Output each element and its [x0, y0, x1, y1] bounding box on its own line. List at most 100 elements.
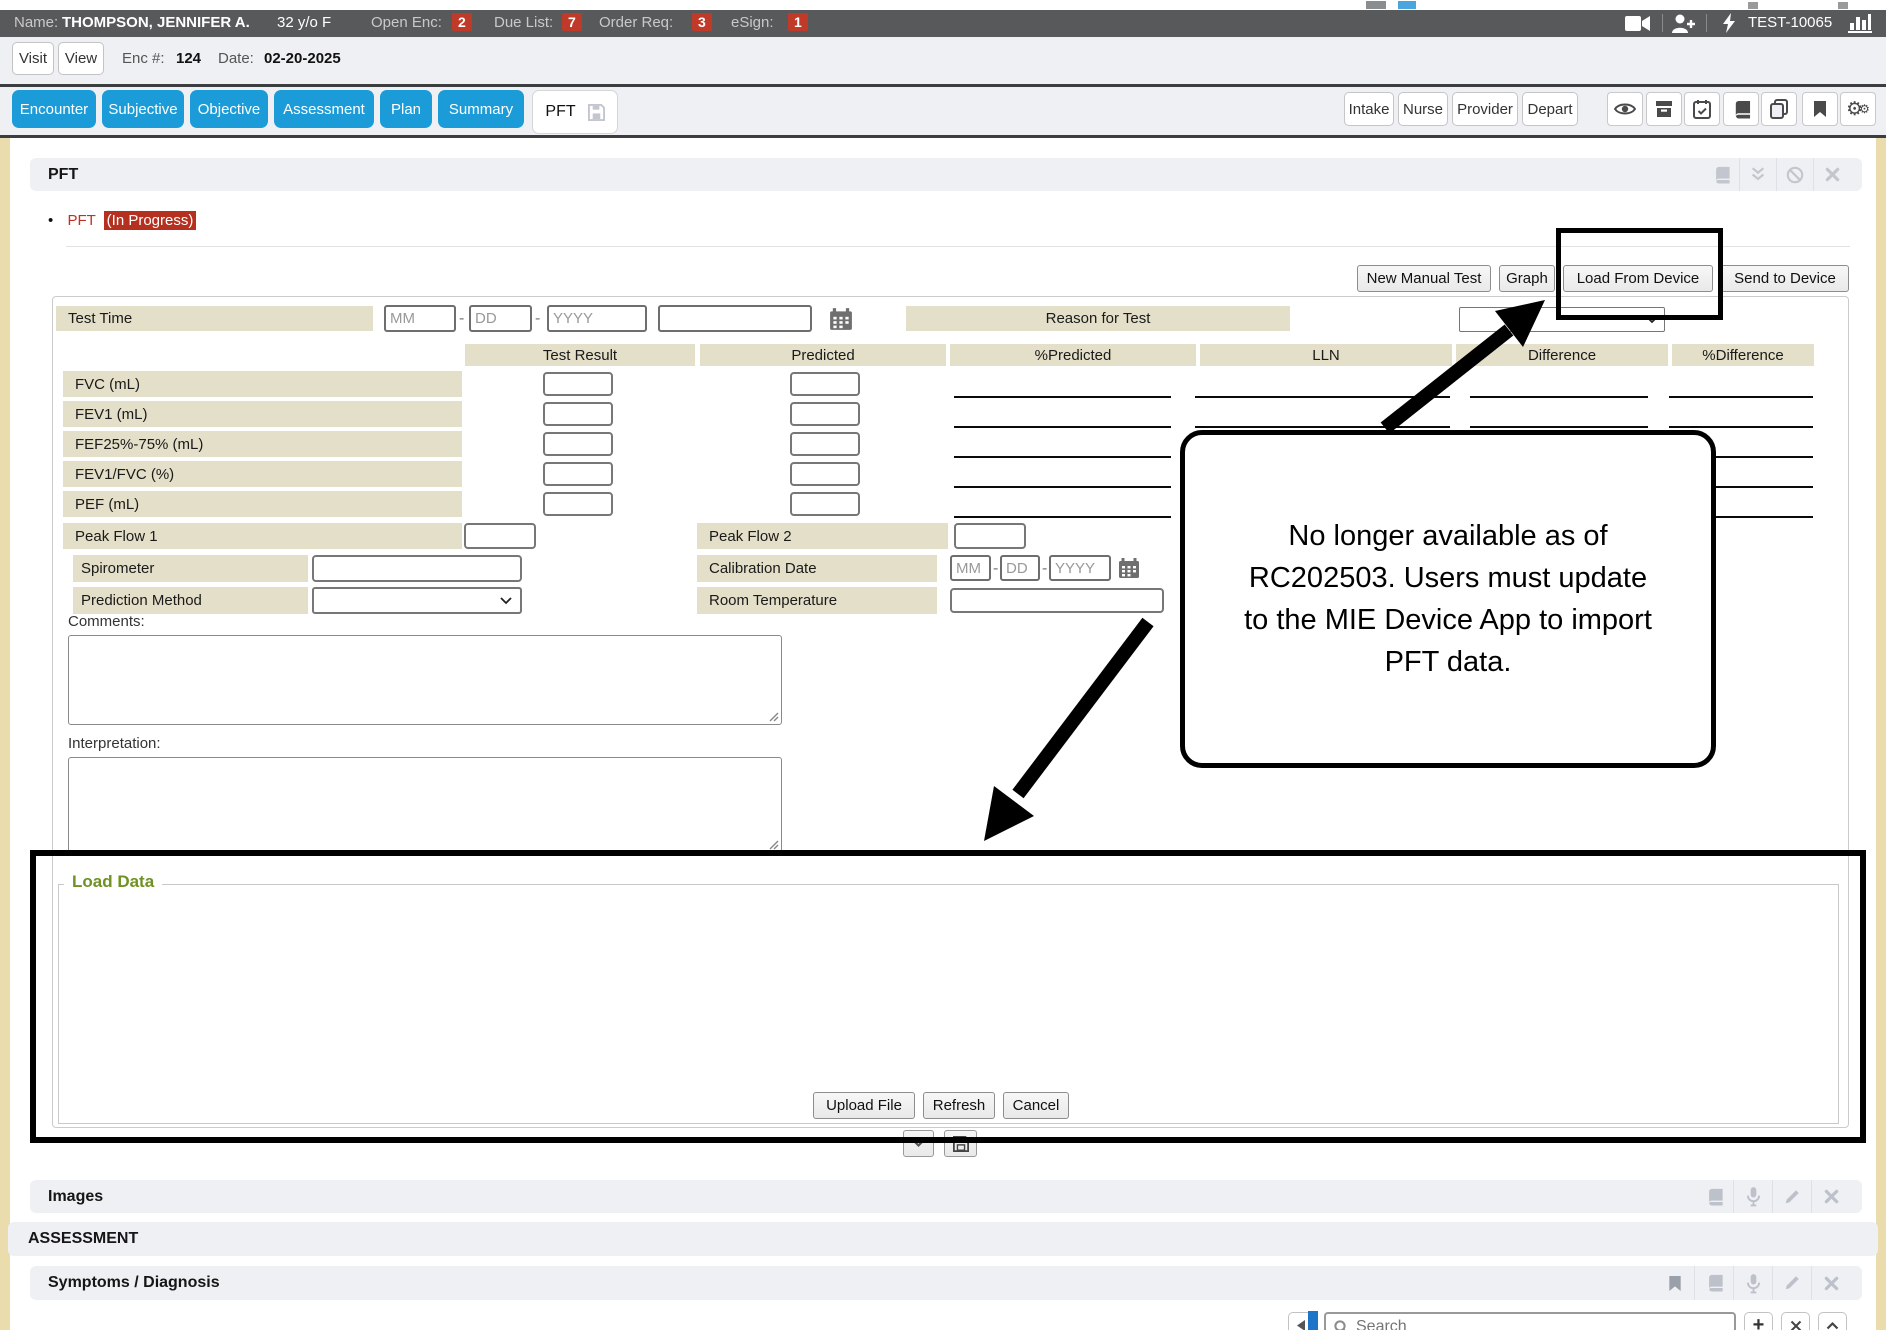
bookmark-icon[interactable] — [1656, 1266, 1694, 1300]
test-day-input[interactable] — [469, 305, 532, 332]
settings-button[interactable]: ⚙⚙ — [1840, 92, 1876, 126]
fev1-test-result-input[interactable] — [543, 402, 613, 426]
close-icon[interactable] — [1811, 1180, 1850, 1213]
provider-button[interactable]: Provider — [1452, 92, 1518, 126]
new-manual-test-button[interactable]: New Manual Test — [1357, 265, 1491, 292]
bookmark-button[interactable] — [1802, 92, 1838, 126]
calibration-day-input[interactable] — [1000, 555, 1040, 581]
open-enc-count[interactable]: 2 — [452, 13, 472, 31]
right-margin-strip — [1876, 138, 1886, 1330]
view-tab[interactable]: View — [58, 42, 104, 75]
tab-assessment[interactable]: Assessment — [274, 90, 374, 128]
print-book-icon[interactable] — [1695, 1180, 1733, 1213]
view-tab-label: View — [65, 50, 97, 67]
collapse-up-button[interactable] — [1818, 1312, 1847, 1330]
images-section-header: Images — [30, 1180, 1862, 1213]
close-icon[interactable] — [1811, 1266, 1850, 1300]
prediction-method-select[interactable] — [312, 587, 522, 614]
test-time-input[interactable] — [658, 305, 812, 332]
fvc-pct-predicted-line — [954, 396, 1171, 398]
visit-tab[interactable]: Visit — [12, 42, 54, 75]
room-temperature-label: Room Temperature — [697, 587, 937, 614]
due-list-count[interactable]: 7 — [562, 13, 582, 31]
fef-predicted-input[interactable] — [790, 432, 860, 456]
depart-button[interactable]: Depart — [1522, 92, 1578, 126]
send-to-device-button[interactable]: Send to Device — [1721, 265, 1849, 292]
header-text: LLN — [1312, 347, 1340, 364]
encounter-bar: Visit View Enc #: 124 Date: 02-20-2025 — [0, 37, 1886, 84]
label-text: Peak Flow 1 — [75, 528, 158, 545]
order-req-count[interactable]: 3 — [692, 13, 712, 31]
pft-report-link[interactable]: PFT — [67, 212, 95, 229]
bar-chart-icon[interactable] — [1848, 13, 1872, 33]
clear-button[interactable] — [1781, 1312, 1810, 1330]
lightning-bolt-icon[interactable] — [1722, 13, 1736, 33]
calibration-month-input[interactable] — [950, 555, 991, 581]
video-camera-icon[interactable] — [1625, 15, 1651, 32]
patient-name: THOMPSON, JENNIFER A. — [62, 14, 250, 31]
fvc-predicted-input[interactable] — [790, 372, 860, 396]
comments-textarea[interactable] — [68, 635, 782, 725]
calendar-button[interactable] — [1684, 92, 1720, 126]
calendar-picker-icon[interactable] — [829, 307, 853, 331]
edit-pencil-icon[interactable] — [1772, 1180, 1811, 1213]
intake-button[interactable]: Intake — [1344, 92, 1394, 126]
calendar-picker-icon[interactable] — [1118, 557, 1140, 579]
nurse-button[interactable]: Nurse — [1398, 92, 1448, 126]
graph-button[interactable]: Graph — [1499, 265, 1555, 292]
button-label: Provider — [1457, 101, 1513, 118]
interpretation-textarea[interactable] — [68, 757, 782, 853]
tab-subjective[interactable]: Subjective — [102, 90, 184, 128]
add-diagnosis-button[interactable]: + — [1744, 1312, 1773, 1330]
pef-test-result-input[interactable] — [543, 492, 613, 516]
tab-summary[interactable]: Summary — [438, 90, 524, 128]
tab-objective[interactable]: Objective — [190, 90, 268, 128]
col-header-test-result: Test Result — [465, 344, 695, 366]
calibration-date-label: Calibration Date — [697, 555, 937, 582]
tab-label: Encounter — [20, 101, 88, 118]
divider — [1662, 14, 1663, 32]
fev1fvc-predicted-input[interactable] — [790, 462, 860, 486]
fev1-predicted-input[interactable] — [790, 402, 860, 426]
tab-plan[interactable]: Plan — [380, 90, 432, 128]
chart-book-button[interactable] — [1723, 92, 1759, 126]
microphone-icon[interactable] — [1733, 1180, 1772, 1213]
fvc-test-result-input[interactable] — [543, 372, 613, 396]
resize-grip-icon[interactable] — [769, 840, 779, 850]
button-label: Graph — [1506, 270, 1548, 287]
test-year-input[interactable] — [547, 305, 647, 332]
print-book-icon[interactable] — [1694, 1266, 1733, 1300]
room-temperature-input[interactable] — [950, 588, 1164, 613]
annotation-callout: No longer available as of RC202503. User… — [1180, 430, 1716, 768]
col-header-difference: Difference — [1456, 344, 1668, 366]
peak-flow-1-input[interactable] — [464, 523, 536, 549]
block-icon[interactable] — [1776, 158, 1813, 191]
bookmark-favicon — [1398, 1, 1416, 9]
microphone-icon[interactable] — [1733, 1266, 1772, 1300]
peak-flow-1-label: Peak Flow 1 — [63, 523, 462, 549]
peak-flow-2-input[interactable] — [954, 523, 1026, 549]
copy-chart-button[interactable] — [1761, 92, 1797, 126]
collapse-double-chevron-icon[interactable] — [1739, 158, 1776, 191]
symptoms-section-header: Symptoms / Diagnosis — [30, 1266, 1862, 1300]
tab-encounter[interactable]: Encounter — [12, 90, 96, 128]
add-user-icon[interactable] — [1672, 14, 1696, 33]
archive-button[interactable] — [1646, 92, 1682, 126]
calibration-year-input[interactable] — [1049, 555, 1111, 581]
close-icon[interactable] — [1813, 158, 1850, 191]
symptom-search-input[interactable] — [1354, 1315, 1728, 1330]
fev1fvc-test-result-input[interactable] — [543, 462, 613, 486]
test-month-input[interactable] — [384, 305, 456, 332]
preview-eye-button[interactable] — [1607, 92, 1643, 126]
spirometer-input[interactable] — [312, 555, 522, 582]
esign-count[interactable]: 1 — [788, 13, 808, 31]
symptom-search-box[interactable] — [1324, 1312, 1736, 1330]
fev1fvc-pct-predicted-line — [954, 486, 1171, 488]
resize-grip-icon[interactable] — [769, 712, 779, 722]
print-book-icon[interactable] — [1703, 158, 1739, 191]
fef-test-result-input[interactable] — [543, 432, 613, 456]
pef-predicted-input[interactable] — [790, 492, 860, 516]
edit-pencil-icon[interactable] — [1772, 1266, 1811, 1300]
tab-pft-active[interactable]: PFT — [532, 90, 618, 134]
tab-label: Subjective — [108, 101, 177, 118]
